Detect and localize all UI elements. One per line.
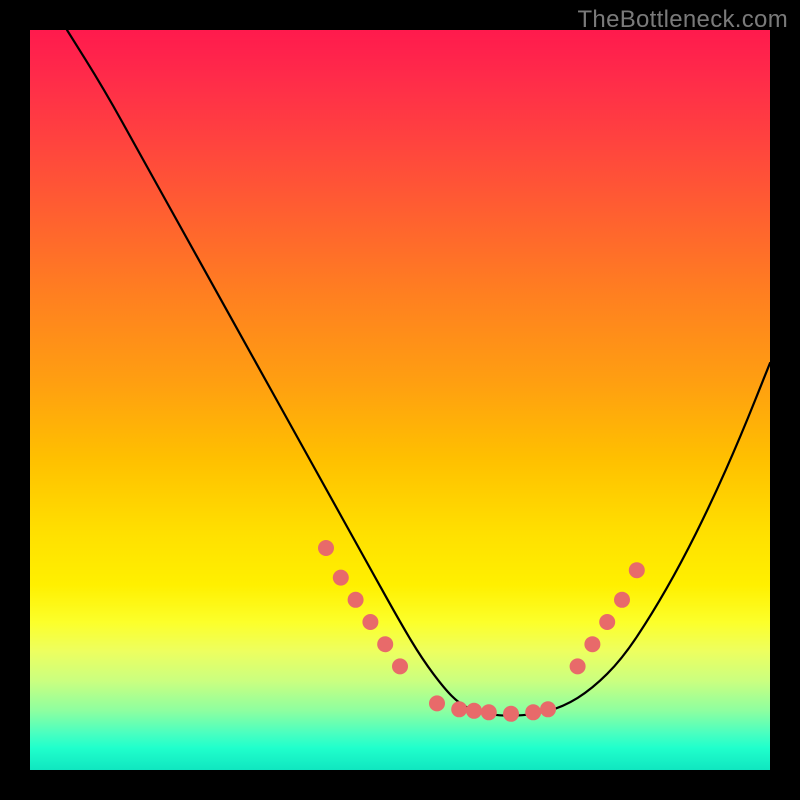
data-point xyxy=(540,701,556,717)
data-point xyxy=(599,614,615,630)
data-point xyxy=(362,614,378,630)
data-point xyxy=(377,636,393,652)
data-points xyxy=(318,540,645,722)
data-point xyxy=(333,570,349,586)
data-point xyxy=(451,701,467,717)
data-point xyxy=(481,704,497,720)
data-point xyxy=(348,592,364,608)
data-point xyxy=(503,706,519,722)
chart-svg xyxy=(30,30,770,770)
data-point xyxy=(614,592,630,608)
data-point xyxy=(392,658,408,674)
data-point xyxy=(584,636,600,652)
bottleneck-curve xyxy=(67,30,770,716)
data-point xyxy=(466,703,482,719)
data-point xyxy=(629,562,645,578)
data-point xyxy=(429,695,445,711)
data-point xyxy=(570,658,586,674)
data-point xyxy=(318,540,334,556)
data-point xyxy=(525,704,541,720)
chart-frame xyxy=(30,30,770,770)
